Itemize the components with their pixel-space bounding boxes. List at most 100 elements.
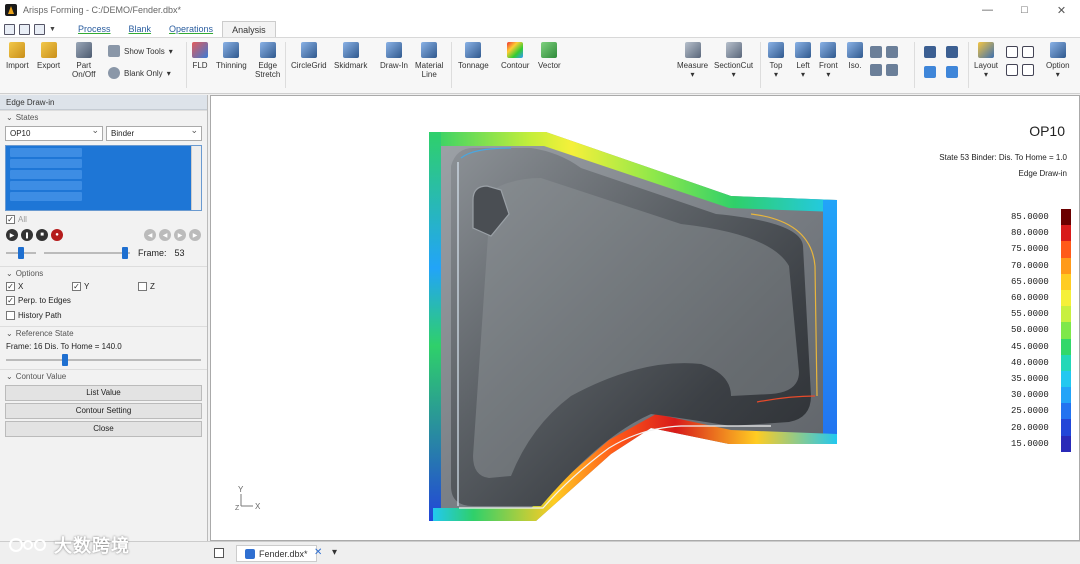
tonnage-button[interactable]: Tonnage: [458, 42, 489, 70]
export-button[interactable]: Export: [37, 42, 60, 70]
chevron-down-icon: ▾: [1055, 70, 1060, 79]
options-section-header[interactable]: Options: [0, 266, 207, 280]
list-value-button[interactable]: List Value: [5, 385, 202, 401]
single-view-icon[interactable]: [1006, 46, 1018, 58]
skidmark-button[interactable]: Skidmark: [334, 42, 367, 70]
zoom-icon[interactable]: [870, 64, 882, 76]
history-path-checkbox[interactable]: History Path: [0, 308, 207, 323]
tab-blank[interactable]: Blank: [120, 21, 161, 37]
thinning-button[interactable]: Thinning: [216, 42, 247, 70]
3d-viewport[interactable]: Y X Z OP10 State 53 Binder: Dis. To Home…: [210, 95, 1080, 541]
list-item[interactable]: [10, 159, 82, 168]
layers-icon[interactable]: [214, 548, 224, 558]
z-checkbox[interactable]: Z: [138, 282, 155, 291]
front-view-button[interactable]: Front ▾: [819, 42, 838, 79]
maximize-button[interactable]: □: [1006, 0, 1043, 20]
rotate-icon[interactable]: [870, 46, 882, 58]
record-icon[interactable]: ●: [51, 229, 63, 241]
legend-swatch: [1061, 419, 1071, 436]
layout-button[interactable]: Layout ▾: [974, 42, 998, 79]
first-frame-icon[interactable]: ◀: [144, 229, 156, 241]
blank-only-button[interactable]: Blank Only ▾: [108, 67, 171, 79]
axis-triad: Y X Z: [235, 485, 261, 512]
play-icon[interactable]: ▶: [6, 229, 18, 241]
left-view-button[interactable]: Left ▾: [795, 42, 811, 79]
stop-icon[interactable]: ■: [36, 229, 48, 241]
y-checkbox[interactable]: ✓ Y: [72, 282, 138, 291]
operation-select[interactable]: OP10: [5, 124, 103, 141]
prev-frame-icon[interactable]: ◀: [159, 229, 171, 241]
fit-icon[interactable]: [886, 64, 898, 76]
frame-slider[interactable]: [44, 247, 130, 259]
shaded-cube-icon[interactable]: [924, 46, 936, 58]
material-line-button[interactable]: Material Line: [415, 42, 443, 79]
pan-icon[interactable]: [886, 46, 898, 58]
tab-menu-chevron-icon[interactable]: ▾: [332, 547, 337, 558]
state-info: State 53 Binder: Dis. To Home = 1.0: [939, 153, 1067, 162]
list-scrollbar[interactable]: [191, 146, 201, 210]
speed-slider[interactable]: [6, 247, 36, 259]
list-item[interactable]: [10, 170, 82, 179]
edge-stretch-button[interactable]: Edge Stretch: [255, 42, 280, 79]
option-button[interactable]: Option ▾: [1046, 42, 1070, 79]
next-frame-icon[interactable]: ▶: [174, 229, 186, 241]
op-label: OP10: [1029, 123, 1065, 139]
minimize-button[interactable]: —: [969, 0, 1006, 20]
edge-cube-icon[interactable]: [946, 66, 958, 78]
measure-icon: [684, 42, 701, 58]
list-item[interactable]: [10, 192, 82, 201]
wire-cube-icon[interactable]: [946, 46, 958, 58]
axis-x-label: X: [255, 502, 261, 511]
slider-thumb[interactable]: [122, 247, 128, 259]
dual-view-icon[interactable]: [1022, 46, 1034, 58]
vector-button[interactable]: Vector: [538, 42, 561, 70]
contour-setting-button[interactable]: Contour Setting: [5, 403, 202, 419]
reference-slider[interactable]: [6, 354, 201, 366]
fld-button[interactable]: FLD: [192, 42, 208, 70]
window-icon[interactable]: [34, 23, 45, 35]
tab-process[interactable]: Process: [69, 21, 120, 37]
split-view-icon[interactable]: [1022, 64, 1034, 76]
contour-button[interactable]: Contour: [501, 42, 529, 70]
sectioncut-button[interactable]: SectionCut ▾: [714, 42, 753, 79]
reference-slider-row: [0, 353, 207, 369]
iso-view-button[interactable]: Iso.: [847, 42, 863, 70]
x-checkbox[interactable]: ✓ X: [6, 282, 72, 291]
close-window-button[interactable]: ✕: [1043, 0, 1080, 20]
reference-state-section-header[interactable]: Reference State: [0, 326, 207, 340]
all-checkbox[interactable]: ✓ All: [0, 213, 207, 226]
top-view-button[interactable]: Top ▾: [768, 42, 784, 79]
tab-operations[interactable]: Operations: [160, 21, 222, 37]
contour-value-section-header[interactable]: Contour Value: [0, 369, 207, 383]
cube-left-icon: [795, 42, 811, 58]
chevron-down-icon[interactable]: ▼: [49, 24, 57, 35]
list-item[interactable]: [10, 148, 82, 157]
binder-select[interactable]: Binder: [106, 124, 202, 141]
ribbon-separator: [760, 42, 761, 88]
perp-edges-checkbox[interactable]: ✓ Perp. to Edges: [0, 293, 207, 308]
part-onoff-button[interactable]: Part On/Off: [72, 42, 95, 79]
new-file-icon[interactable]: [4, 23, 15, 35]
slider-thumb[interactable]: [18, 247, 24, 259]
layout-icon: [978, 42, 995, 58]
last-frame-icon[interactable]: ▶: [189, 229, 201, 241]
tab-analysis[interactable]: Analysis: [222, 21, 276, 37]
circlegrid-button[interactable]: CircleGrid: [291, 42, 327, 70]
chevron-down-icon: ▾: [984, 70, 989, 79]
save-icon[interactable]: [19, 23, 30, 35]
close-tab-icon[interactable]: ✕: [314, 547, 322, 558]
close-panel-button[interactable]: Close: [5, 421, 202, 437]
show-tools-button[interactable]: Show Tools ▾: [108, 45, 173, 57]
ribbon-tabs: Process Blank Operations Analysis: [69, 19, 276, 37]
pause-icon[interactable]: ❚: [21, 229, 33, 241]
import-button[interactable]: Import: [6, 42, 29, 70]
states-list[interactable]: [5, 145, 202, 211]
slider-thumb[interactable]: [62, 354, 68, 366]
document-tab[interactable]: Fender.dbx*: [236, 545, 317, 562]
mesh-cube-icon[interactable]: [924, 66, 936, 78]
draw-in-button[interactable]: Draw-In: [380, 42, 408, 70]
quad-view-icon[interactable]: [1006, 64, 1018, 76]
states-section-header[interactable]: States: [0, 110, 207, 124]
list-item[interactable]: [10, 181, 82, 190]
measure-button[interactable]: Measure ▾: [677, 42, 708, 79]
